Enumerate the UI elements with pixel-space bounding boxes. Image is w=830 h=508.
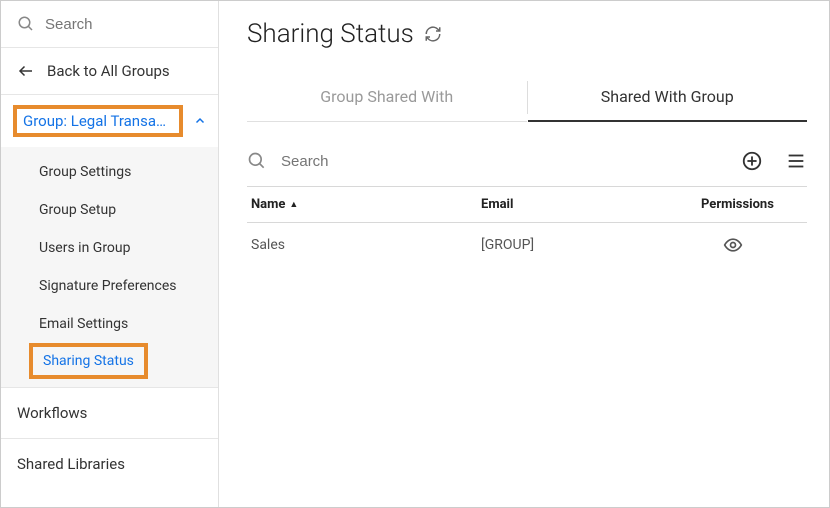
cell-name: Sales: [251, 237, 481, 253]
cell-email: [GROUP]: [481, 237, 701, 253]
group-header[interactable]: Group: Legal Transacti...: [1, 95, 218, 147]
sidebar-item-users-in-group[interactable]: Users in Group: [1, 229, 218, 267]
column-header-email[interactable]: Email: [481, 197, 701, 212]
arrow-left-icon: [17, 62, 35, 80]
sidebar-item-workflows[interactable]: Workflows: [1, 387, 218, 438]
toolbar-actions: [741, 150, 807, 172]
tabs: Group Shared With Shared With Group: [247, 77, 807, 122]
eye-icon: [723, 235, 803, 255]
sidebar-item-group-settings[interactable]: Group Settings: [1, 153, 218, 191]
search-icon: [17, 15, 35, 33]
sidebar-item-group-setup[interactable]: Group Setup: [1, 191, 218, 229]
sidebar-item-signature-preferences[interactable]: Signature Preferences: [1, 267, 218, 305]
app-frame: Back to All Groups Group: Legal Transact…: [0, 0, 830, 508]
back-to-groups[interactable]: Back to All Groups: [1, 48, 218, 95]
group-header-label: Group: Legal Transacti...: [13, 105, 183, 137]
sidebar-item-shared-libraries[interactable]: Shared Libraries: [1, 438, 218, 489]
title-row: Sharing Status: [247, 19, 807, 49]
back-label: Back to All Groups: [47, 62, 170, 80]
sidebar-item-email-settings[interactable]: Email Settings: [1, 305, 218, 343]
subnav: Group Settings Group Setup Users in Grou…: [1, 147, 218, 387]
sidebar-search[interactable]: [1, 1, 218, 48]
sidebar: Back to All Groups Group: Legal Transact…: [1, 1, 219, 507]
sidebar-search-input[interactable]: [45, 16, 202, 33]
cell-permissions: [701, 235, 803, 255]
table-header: Name ▲ Email Permissions: [247, 186, 807, 223]
tab-shared-with-group[interactable]: Shared With Group: [528, 77, 808, 122]
tab-group-shared-with[interactable]: Group Shared With: [247, 77, 527, 122]
table-toolbar: [247, 150, 807, 172]
chevron-up-icon: [194, 115, 206, 127]
column-header-name-label: Name: [251, 197, 285, 212]
search-icon: [247, 151, 267, 171]
sidebar-item-sharing-status[interactable]: Sharing Status: [29, 343, 148, 379]
menu-icon[interactable]: [785, 150, 807, 172]
table-row[interactable]: Sales [GROUP]: [247, 223, 807, 267]
column-header-permissions[interactable]: Permissions: [701, 197, 803, 212]
sort-asc-icon: ▲: [289, 199, 298, 210]
column-header-name[interactable]: Name ▲: [251, 197, 481, 212]
main-content: Sharing Status Group Shared With Shared …: [219, 1, 829, 507]
table-search-input[interactable]: [281, 153, 727, 170]
refresh-icon[interactable]: [424, 25, 442, 43]
page-title: Sharing Status: [247, 19, 414, 49]
add-icon[interactable]: [741, 150, 763, 172]
